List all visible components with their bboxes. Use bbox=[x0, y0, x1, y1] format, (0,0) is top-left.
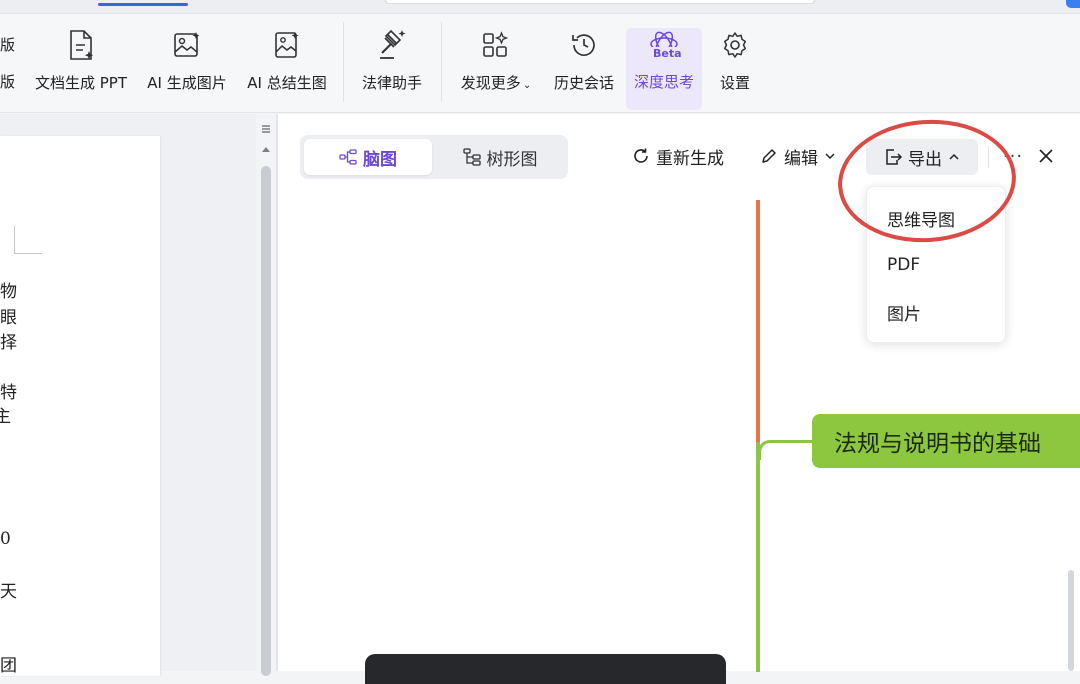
doc-text-fragment: 物 bbox=[0, 282, 17, 302]
chevron-down-icon bbox=[825, 153, 835, 160]
export-option-image[interactable]: 图片 bbox=[867, 290, 1007, 334]
top-right-control[interactable] bbox=[1066, 0, 1080, 8]
doc-text-fragment: 团 bbox=[0, 656, 17, 676]
chevron-down-icon: ⌄ bbox=[522, 80, 532, 91]
doc-text-fragment: 择 bbox=[0, 333, 17, 353]
ribbon-label: 深度思考 bbox=[633, 73, 694, 91]
refresh-icon bbox=[634, 148, 648, 163]
floating-dark-bar[interactable] bbox=[365, 654, 726, 684]
tree-icon bbox=[462, 148, 481, 166]
ribbon-label: 发现更多 ⌄ bbox=[460, 74, 532, 92]
document-page[interactable]: 物 眼 择 特 主 0 天 团 bbox=[0, 136, 160, 676]
discover-more-button[interactable]: 发现更多 ⌄ bbox=[452, 14, 540, 113]
clipped-ribbon-label[interactable]: 版 bbox=[0, 34, 15, 55]
ribbon-toolbar: 版 版 文档生成 PPT AI 生成图片 AI 总结生图 法律助手 发现更多⌄ bbox=[0, 14, 1080, 113]
toolbar-divider bbox=[988, 146, 989, 168]
doc-text-fragment: 主 bbox=[0, 407, 11, 427]
tab-label: 树形图 bbox=[486, 149, 538, 170]
doc-text-fragment: 0 bbox=[0, 529, 11, 549]
history-clock-icon bbox=[569, 29, 599, 61]
mindmap-panel: 脑图 树形图 重新生成 编辑 导出 ··· 思维导图 PDF 图片 法规与说明书… bbox=[278, 113, 1080, 684]
beta-badge: Beta bbox=[652, 47, 683, 60]
ribbon-label: 历史会话 bbox=[553, 74, 614, 92]
ai-generate-image-button[interactable]: AI 生成图片 bbox=[140, 14, 234, 113]
mindmap-connector bbox=[758, 440, 812, 460]
ribbon-divider bbox=[343, 22, 344, 102]
ribbon-label: 设置 bbox=[719, 74, 750, 92]
close-panel-button[interactable] bbox=[1034, 138, 1058, 174]
chevron-up-icon bbox=[949, 153, 959, 160]
window-top-strip bbox=[0, 0, 1080, 14]
doc-text-fragment: 特 bbox=[0, 383, 17, 403]
split-view-icon[interactable] bbox=[261, 124, 271, 134]
regenerate-button[interactable]: 重新生成 bbox=[632, 138, 724, 174]
doc-ppt-sparkle-icon bbox=[67, 29, 95, 61]
canvas-scrollbar[interactable] bbox=[1068, 570, 1074, 671]
scrollbar-thumb[interactable] bbox=[261, 166, 271, 676]
mindmap-branch-line bbox=[756, 200, 760, 444]
ai-summary-image-button[interactable]: AI 总结生图 bbox=[240, 14, 334, 113]
legal-assistant-button[interactable]: 法律助手 bbox=[352, 14, 432, 113]
export-option-mindmap[interactable]: 思维导图 bbox=[867, 196, 1007, 240]
tab-mindmap[interactable]: 脑图 bbox=[304, 139, 432, 175]
export-dropdown-menu: 思维导图 PDF 图片 bbox=[866, 186, 1006, 343]
settings-button[interactable]: 设置 bbox=[706, 14, 764, 113]
view-switcher: 脑图 树形图 bbox=[300, 135, 568, 179]
edit-button[interactable]: 编辑 bbox=[760, 138, 836, 174]
summary-image-icon bbox=[272, 29, 302, 61]
ribbon-divider bbox=[441, 22, 442, 102]
gear-icon bbox=[720, 29, 750, 61]
mindmap-node[interactable]: 法规与说明书的基础 bbox=[812, 414, 1080, 468]
gavel-icon bbox=[376, 29, 408, 61]
mindmap-icon bbox=[339, 149, 357, 165]
tab-tree[interactable]: 树形图 bbox=[436, 139, 564, 175]
tab-label: 脑图 bbox=[363, 149, 397, 170]
grid-sparkle-icon bbox=[481, 29, 511, 61]
doc-to-ppt-button[interactable]: 文档生成 PPT bbox=[30, 14, 132, 113]
history-sessions-button[interactable]: 历史会话 bbox=[546, 14, 622, 113]
doc-text-fragment: 眼 bbox=[0, 308, 17, 328]
page-corner-mark bbox=[14, 226, 42, 254]
export-option-pdf[interactable]: PDF bbox=[867, 243, 1007, 287]
mindmap-branch-line bbox=[756, 442, 760, 672]
regenerate-label: 重新生成 bbox=[656, 148, 724, 169]
active-tab-indicator bbox=[98, 3, 188, 6]
export-button[interactable]: 导出 bbox=[866, 139, 978, 175]
document-pane: 物 眼 择 特 主 0 天 团 bbox=[0, 114, 256, 676]
ribbon-label: 文档生成 PPT bbox=[34, 74, 128, 92]
doc-text-fragment: 天 bbox=[0, 582, 17, 602]
edit-label: 编辑 bbox=[784, 148, 818, 169]
scroll-up-arrow[interactable] bbox=[262, 147, 270, 152]
ribbon-label: AI 总结生图 bbox=[247, 74, 327, 92]
export-label: 导出 bbox=[908, 149, 942, 170]
document-scrollbar[interactable] bbox=[256, 114, 276, 676]
export-icon bbox=[886, 149, 902, 165]
close-icon bbox=[1039, 149, 1053, 163]
ribbon-label: AI 生成图片 bbox=[147, 74, 227, 92]
image-sparkle-icon bbox=[172, 29, 202, 61]
clipped-ribbon-label[interactable]: 版 bbox=[0, 71, 15, 92]
top-search-box[interactable] bbox=[385, 0, 815, 4]
ribbon-label: 法律助手 bbox=[361, 74, 422, 92]
deep-thinking-button[interactable]: Beta 深度思考 bbox=[626, 28, 702, 110]
pencil-icon bbox=[762, 149, 776, 163]
more-options-button[interactable]: ··· bbox=[1000, 138, 1026, 174]
